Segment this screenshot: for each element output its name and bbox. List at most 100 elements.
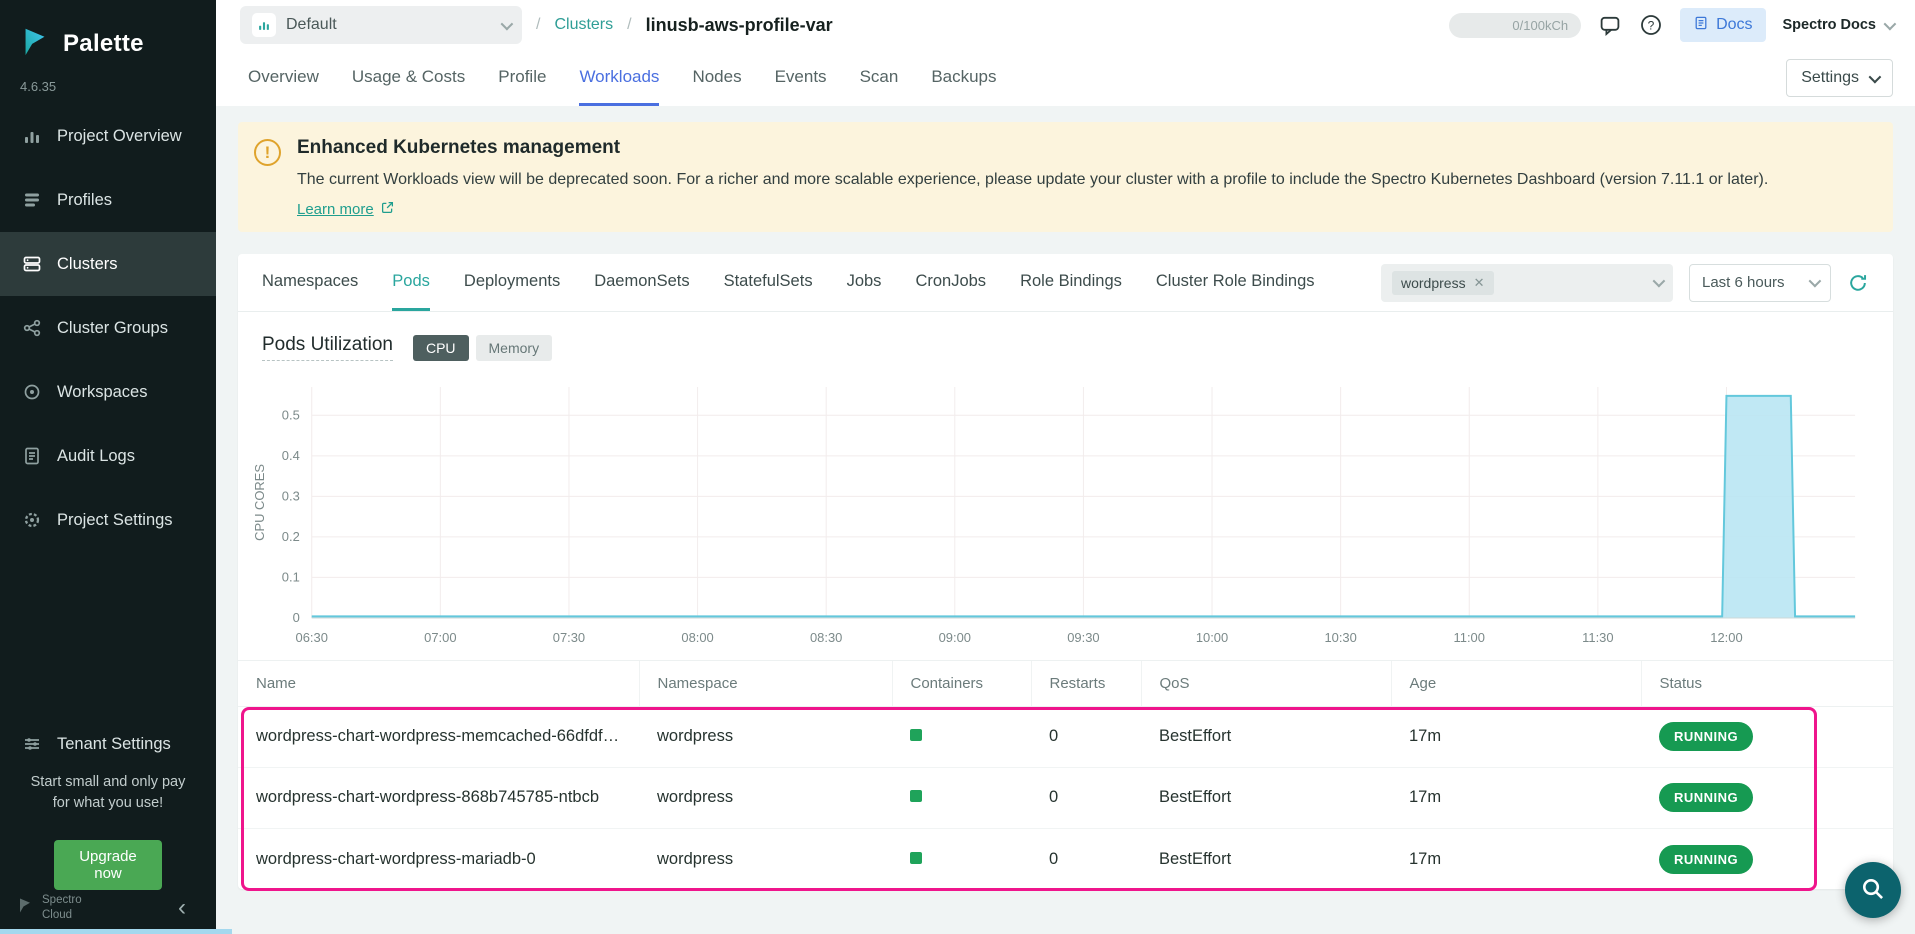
svg-text:09:00: 09:00: [939, 630, 971, 645]
sidebar-item-clusters[interactable]: Clusters: [0, 232, 216, 296]
pod-name: wordpress-chart-wordpress-mariadb-0: [238, 828, 639, 889]
chevron-down-icon: [1653, 275, 1666, 288]
col-qos[interactable]: QoS: [1141, 660, 1391, 706]
sidebar-item-label: Workspaces: [57, 383, 147, 402]
sidebar-item-label: Project Overview: [57, 127, 182, 146]
svg-text:11:00: 11:00: [1454, 630, 1485, 645]
col-containers[interactable]: Containers: [892, 660, 1031, 706]
subtab-deployments[interactable]: Deployments: [464, 254, 560, 311]
bottom-strip: [0, 929, 232, 934]
col-namespace[interactable]: Namespace: [639, 660, 892, 706]
filter-chip: wordpress ✕: [1392, 271, 1494, 295]
subtab-cronjobs[interactable]: CronJobs: [915, 254, 986, 311]
learn-more-link[interactable]: Learn more: [297, 200, 395, 219]
palette-logo-icon: [18, 24, 52, 63]
tab-profile[interactable]: Profile: [498, 50, 546, 106]
cpu-toggle-button[interactable]: CPU: [413, 335, 469, 361]
svg-text:0.4: 0.4: [282, 448, 300, 463]
tab-overview[interactable]: Overview: [248, 50, 319, 106]
table-row[interactable]: wordpress-chart-wordpress-868b745785-ntb…: [238, 767, 1893, 828]
svg-text:CPU CORES: CPU CORES: [252, 464, 267, 541]
breadcrumb-separator: /: [627, 16, 631, 34]
tab-scan[interactable]: Scan: [860, 50, 899, 106]
chart-title: Pods Utilization: [262, 334, 393, 361]
tab-workloads[interactable]: Workloads: [579, 50, 659, 106]
subtab-namespaces[interactable]: Namespaces: [262, 254, 358, 311]
sidebar-item-project-overview[interactable]: Project Overview: [0, 104, 216, 168]
docs-button-label: Docs: [1716, 16, 1752, 34]
svg-text:10:00: 10:00: [1196, 630, 1228, 645]
col-status[interactable]: Status: [1641, 660, 1893, 706]
breadcrumb-clusters-link[interactable]: Clusters: [554, 16, 613, 34]
memory-toggle-button[interactable]: Memory: [476, 335, 553, 361]
layers-icon: [22, 190, 42, 210]
sidebar-item-tenant-settings[interactable]: Tenant Settings: [0, 712, 216, 776]
filter-chip-label: wordpress: [1401, 275, 1466, 291]
pod-restarts: 0: [1031, 706, 1141, 767]
svg-text:06:30: 06:30: [296, 630, 328, 645]
svg-text:0.3: 0.3: [282, 489, 300, 504]
pods-table-wrap: Name Namespace Containers Restarts QoS A…: [238, 660, 1893, 890]
project-selector[interactable]: Default: [240, 6, 522, 44]
tab-nodes[interactable]: Nodes: [692, 50, 741, 106]
help-icon[interactable]: ?: [1639, 13, 1663, 37]
subtab-cluster-role-bindings[interactable]: Cluster Role Bindings: [1156, 254, 1315, 311]
subtab-pods[interactable]: Pods: [392, 254, 430, 311]
table-row[interactable]: wordpress-chart-wordpress-mariadb-0 word…: [238, 828, 1893, 889]
col-age[interactable]: Age: [1391, 660, 1641, 706]
table-row[interactable]: wordpress-chart-wordpress-memcached-66df…: [238, 706, 1893, 767]
subtab-role-bindings[interactable]: Role Bindings: [1020, 254, 1122, 311]
chat-icon[interactable]: [1598, 13, 1622, 37]
support-beacon-button[interactable]: [1845, 862, 1901, 918]
docs-button[interactable]: Docs: [1680, 8, 1765, 42]
subtab-daemonsets[interactable]: DaemonSets: [594, 254, 689, 311]
tenant-docs-dropdown[interactable]: Spectro Docs: [1783, 17, 1893, 33]
pod-namespace: wordpress: [639, 828, 892, 889]
sidebar-item-label: Profiles: [57, 191, 112, 210]
sliders-icon: [22, 734, 42, 754]
tab-events[interactable]: Events: [775, 50, 827, 106]
footer-brand: Spectro Cloud: [42, 893, 96, 922]
svg-text:0.5: 0.5: [282, 407, 300, 422]
spectro-cloud-logo-icon: [16, 896, 34, 919]
col-restarts[interactable]: Restarts: [1031, 660, 1141, 706]
project-icon: [252, 13, 276, 37]
server-rack-icon: [22, 254, 42, 274]
project-selector-value: Default: [286, 16, 337, 34]
filters: wordpress ✕ Last 6 hours: [1381, 254, 1869, 311]
sidebar-item-cluster-groups[interactable]: Cluster Groups: [0, 296, 216, 360]
tab-backups[interactable]: Backups: [931, 50, 996, 106]
warning-icon: !: [254, 139, 281, 166]
main-area: Default / Clusters / linusb-aws-profile-…: [216, 0, 1915, 934]
container-status-square: [910, 790, 922, 802]
document-icon: [22, 446, 42, 466]
top-header: Default / Clusters / linusb-aws-profile-…: [216, 0, 1915, 50]
upgrade-now-button[interactable]: Upgrade now: [54, 840, 162, 890]
svg-text:07:00: 07:00: [424, 630, 456, 645]
sidebar-item-workspaces[interactable]: Workspaces: [0, 360, 216, 424]
svg-text:08:30: 08:30: [810, 630, 842, 645]
sidebar-nav: Project Overview Profiles Clusters Clust…: [0, 104, 216, 552]
collapse-sidebar-icon[interactable]: ‹: [178, 896, 186, 920]
namespace-filter-select[interactable]: wordpress ✕: [1381, 264, 1673, 302]
pod-namespace: wordpress: [639, 767, 892, 828]
col-name[interactable]: Name: [238, 660, 639, 706]
time-range-select[interactable]: Last 6 hours: [1689, 264, 1831, 302]
deprecation-banner: ! Enhanced Kubernetes management The cur…: [238, 122, 1893, 232]
banner-title: Enhanced Kubernetes management: [297, 137, 1768, 159]
refresh-icon[interactable]: [1847, 272, 1869, 294]
sidebar-item-project-settings[interactable]: Project Settings: [0, 488, 216, 552]
chevron-down-icon: [1869, 70, 1882, 83]
pod-name: wordpress-chart-wordpress-868b745785-ntb…: [238, 767, 639, 828]
sidebar-item-audit-logs[interactable]: Audit Logs: [0, 424, 216, 488]
tab-usage-costs[interactable]: Usage & Costs: [352, 50, 465, 106]
subtab-statefulsets[interactable]: StatefulSets: [724, 254, 813, 311]
sidebar-item-profiles[interactable]: Profiles: [0, 168, 216, 232]
svg-text:12:00: 12:00: [1710, 630, 1742, 645]
remove-filter-icon[interactable]: ✕: [1474, 275, 1485, 291]
bar-chart-icon: [22, 126, 42, 146]
svg-text:10:30: 10:30: [1324, 630, 1356, 645]
settings-button[interactable]: Settings: [1786, 59, 1893, 97]
pods-utilization-chart: 00.10.20.30.40.506:3007:0007:3008:0008:3…: [238, 365, 1893, 660]
subtab-jobs[interactable]: Jobs: [847, 254, 882, 311]
